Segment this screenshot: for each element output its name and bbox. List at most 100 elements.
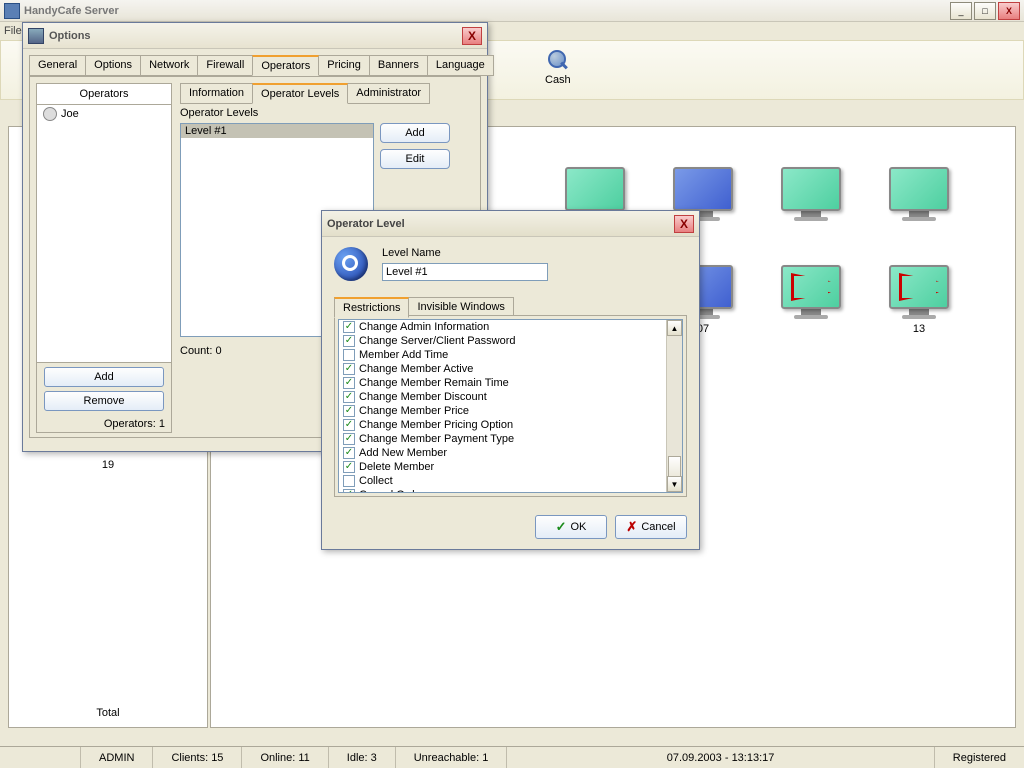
restriction-item[interactable]: Change Member Pricing Option [339, 418, 682, 432]
options-icon [28, 28, 44, 44]
restriction-item[interactable]: Change Member Active [339, 362, 682, 376]
restriction-label: Delete Member [359, 461, 434, 473]
ok-button[interactable]: ✓OK [535, 515, 607, 539]
avatar-icon [43, 107, 57, 121]
restriction-label: Change Member Price [359, 405, 469, 417]
restriction-label: Collect [359, 475, 393, 487]
restriction-label: Change Member Discount [359, 391, 487, 403]
client-monitor[interactable] [777, 265, 845, 335]
client-monitor[interactable] [885, 167, 953, 225]
checkbox[interactable] [343, 335, 355, 347]
restriction-label: Member Add Time [359, 349, 448, 361]
check-icon: ✓ [556, 519, 567, 535]
options-tab-options[interactable]: Options [85, 55, 141, 76]
level-tab-restrictions[interactable]: Restrictions [334, 297, 409, 318]
level-edit-button[interactable]: Edit [380, 149, 450, 169]
checkbox[interactable] [343, 489, 355, 493]
operators-list[interactable]: Joe [37, 105, 171, 363]
status-clients: Clients: 15 [152, 747, 241, 768]
restriction-item[interactable]: Add New Member [339, 446, 682, 460]
subtab-operator-levels[interactable]: Operator Levels [252, 83, 348, 104]
status-online: Online: 11 [241, 747, 327, 768]
restriction-item[interactable]: Delete Member [339, 460, 682, 474]
options-tab-pricing[interactable]: Pricing [318, 55, 370, 76]
checkbox[interactable] [343, 419, 355, 431]
checkbox[interactable] [343, 377, 355, 389]
client-monitor[interactable]: 13 [885, 265, 953, 335]
restriction-item[interactable]: Member Add Time [339, 348, 682, 362]
level-add-button[interactable]: Add [380, 123, 450, 143]
operators-panel: Operators Joe Add Remove Operators: 1 [36, 83, 172, 433]
options-titlebar: Options X [23, 23, 487, 49]
close-button[interactable]: X [998, 2, 1020, 20]
restriction-label: Change Member Payment Type [359, 433, 514, 445]
toolbar-cash-button[interactable]: Cash [545, 48, 571, 86]
checkbox[interactable] [343, 433, 355, 445]
restriction-label: Change Member Active [359, 363, 473, 375]
options-tab-operators[interactable]: Operators [252, 55, 319, 76]
toolbar-cash-label: Cash [545, 74, 571, 86]
x-icon: ✗ [626, 519, 637, 535]
scroll-down-button[interactable]: ▼ [667, 476, 682, 492]
operators-header: Operators [37, 84, 171, 105]
restriction-item[interactable]: Change Member Remain Time [339, 376, 682, 390]
restriction-label: Change Admin Information [359, 321, 489, 333]
operator-levels-label: Operator Levels [180, 107, 482, 119]
options-close-button[interactable]: X [462, 27, 482, 45]
status-unreachable: Unreachable: 1 [395, 747, 507, 768]
subtab-administrator[interactable]: Administrator [347, 83, 430, 104]
main-titlebar: HandyCafe Server _ □ X [0, 0, 1024, 22]
operator-level-dialog: Operator Level X Level Name Restrictions… [321, 210, 700, 550]
options-tab-banners[interactable]: Banners [369, 55, 428, 76]
operators-add-button[interactable]: Add [44, 367, 164, 387]
restrictions-list[interactable]: Change Admin Information Change Server/Cl… [338, 319, 683, 493]
options-tab-firewall[interactable]: Firewall [197, 55, 253, 76]
status-idle: Idle: 3 [328, 747, 395, 768]
checkbox[interactable] [343, 475, 355, 487]
restriction-label: Change Server/Client Password [359, 335, 516, 347]
client-monitor[interactable] [777, 167, 845, 225]
scroll-up-button[interactable]: ▲ [667, 320, 682, 336]
statusbar: ADMIN Clients: 15 Online: 11 Idle: 3 Unr… [0, 746, 1024, 768]
restriction-item[interactable]: Change Member Payment Type [339, 432, 682, 446]
options-tab-language[interactable]: Language [427, 55, 494, 76]
checkbox[interactable] [343, 405, 355, 417]
options-tabstrip: GeneralOptionsNetworkFirewallOperatorsPr… [29, 55, 481, 76]
level-title: Operator Level [327, 218, 674, 230]
checkbox[interactable] [343, 391, 355, 403]
restriction-label: Add New Member [359, 447, 447, 459]
maximize-button[interactable]: □ [974, 2, 996, 20]
restriction-item[interactable]: Change Member Price [339, 404, 682, 418]
checkbox[interactable] [343, 349, 355, 361]
operator-item[interactable]: Joe [37, 105, 171, 123]
restriction-item[interactable]: Change Member Discount [339, 390, 682, 404]
checkbox[interactable] [343, 461, 355, 473]
app-icon [4, 3, 20, 19]
level-item[interactable]: Level #1 [181, 124, 373, 138]
restriction-item[interactable]: Collect [339, 474, 682, 488]
status-datetime: 07.09.2003 - 13:13:17 [506, 747, 933, 768]
restriction-item[interactable]: Cancel Order [339, 488, 682, 493]
restriction-item[interactable]: Change Admin Information [339, 320, 682, 334]
restrictions-scrollbar[interactable]: ▲ ▼ [666, 320, 682, 492]
cancel-button[interactable]: ✗Cancel [615, 515, 687, 539]
subtab-information[interactable]: Information [180, 83, 253, 104]
key-icon [334, 247, 368, 281]
operators-remove-button[interactable]: Remove [44, 391, 164, 411]
options-tab-network[interactable]: Network [140, 55, 198, 76]
checkbox[interactable] [343, 447, 355, 459]
restrictions-pane: Change Admin Information Change Server/Cl… [334, 315, 687, 497]
checkbox[interactable] [343, 321, 355, 333]
operator-subtabs: InformationOperator LevelsAdministrator [180, 83, 429, 104]
menu-file[interactable]: File [4, 25, 22, 37]
options-tab-general[interactable]: General [29, 55, 86, 76]
restriction-label: Cancel Order [359, 489, 424, 493]
status-user: ADMIN [80, 747, 152, 768]
checkbox[interactable] [343, 363, 355, 375]
operator-name: Joe [61, 108, 79, 120]
minimize-button[interactable]: _ [950, 2, 972, 20]
restriction-label: Change Member Remain Time [359, 377, 509, 389]
level-name-input[interactable] [382, 263, 548, 281]
restriction-item[interactable]: Change Server/Client Password [339, 334, 682, 348]
level-close-button[interactable]: X [674, 215, 694, 233]
